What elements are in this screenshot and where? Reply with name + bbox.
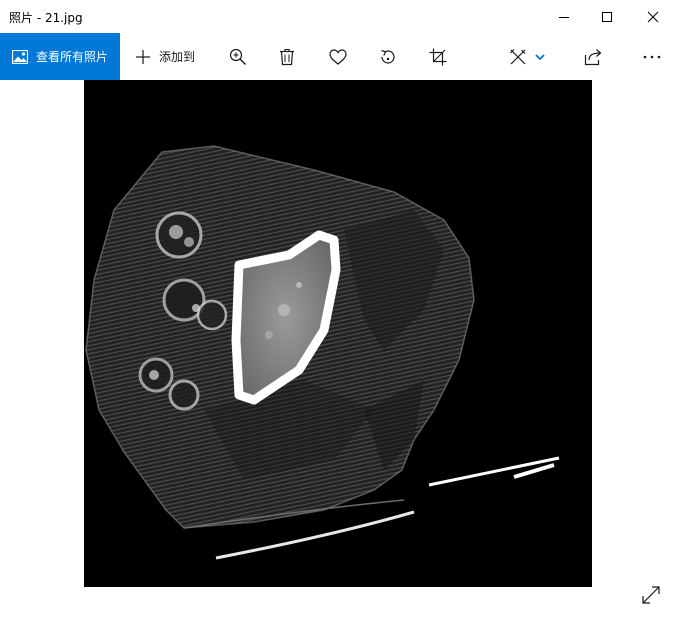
- crop-button[interactable]: [422, 33, 454, 80]
- window-title: 照片 - 21.jpg: [9, 11, 83, 25]
- close-icon: [647, 11, 659, 22]
- view-all-photos-label: 查看所有照片: [36, 50, 109, 64]
- photos-icon: [12, 49, 28, 64]
- share-icon: [584, 48, 602, 65]
- more-icon: [643, 55, 661, 58]
- plus-icon: [135, 49, 150, 64]
- rotate-button[interactable]: [372, 33, 404, 80]
- maximize-icon: [602, 11, 612, 22]
- favorite-button[interactable]: [322, 33, 354, 80]
- delete-button[interactable]: [271, 33, 303, 80]
- more-options-button[interactable]: [636, 33, 668, 80]
- maximize-button[interactable]: [584, 0, 630, 33]
- minimize-icon: [559, 16, 569, 18]
- add-to-button[interactable]: 添加到: [130, 33, 200, 80]
- fullscreen-icon: [642, 586, 660, 604]
- add-to-label: 添加到: [158, 50, 195, 64]
- crop-icon: [429, 48, 447, 65]
- heart-icon: [329, 48, 347, 65]
- photo-viewer[interactable]: [84, 80, 592, 587]
- toolbar: 查看所有照片 添加到: [0, 33, 676, 80]
- fullscreen-button[interactable]: [636, 580, 666, 610]
- edit-icon: [510, 48, 526, 64]
- delete-icon: [280, 48, 294, 65]
- title-bar: 照片 - 21.jpg: [0, 0, 676, 33]
- rotate-icon: [381, 49, 395, 64]
- ct-scan-image: [85, 145, 560, 560]
- chevron-down-icon: [535, 53, 545, 60]
- edit-create-button[interactable]: [502, 33, 552, 80]
- view-all-photos-button[interactable]: 查看所有照片: [0, 33, 120, 80]
- close-button[interactable]: [630, 0, 676, 33]
- zoom-in-icon: [229, 48, 246, 65]
- minimize-button[interactable]: [541, 0, 587, 33]
- zoom-button[interactable]: [222, 33, 254, 80]
- share-button[interactable]: [577, 33, 609, 80]
